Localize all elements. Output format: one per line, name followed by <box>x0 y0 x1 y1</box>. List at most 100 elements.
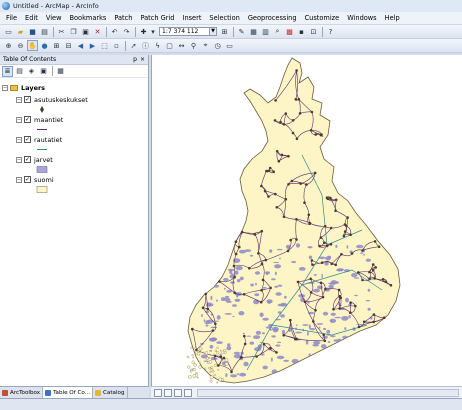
horizontal-scrollbar[interactable] <box>197 388 459 397</box>
arctoolbox-icon[interactable]: ▩ <box>284 26 295 37</box>
menu-windows[interactable]: Windows <box>343 14 380 22</box>
menu-insert[interactable]: Insert <box>179 14 206 22</box>
tab-table-of-contents[interactable]: Table Of Co... <box>43 387 94 398</box>
data-view-icon[interactable] <box>154 388 162 397</box>
layer-visibility-checkbox[interactable]: ✓ <box>24 96 31 103</box>
pan-icon[interactable]: ✋ <box>27 40 38 51</box>
collapse-icon[interactable]: − <box>2 85 8 91</box>
finland-map[interactable] <box>152 55 462 386</box>
rail-symbol-icon[interactable] <box>36 146 148 153</box>
lake-symbol-icon[interactable] <box>36 166 148 173</box>
python-icon[interactable]: ▪ <box>296 26 307 37</box>
list-by-visibility-icon[interactable]: ◈ <box>26 66 37 77</box>
time-slider-icon[interactable]: ◷ <box>212 40 223 51</box>
layer-visibility-checkbox[interactable]: ✓ <box>24 116 31 123</box>
save-icon[interactable]: ■ <box>27 26 38 37</box>
map-scale-box[interactable]: 1:7 374 112 ▼ <box>159 27 217 36</box>
print-icon[interactable]: ▤ <box>39 26 50 37</box>
full-extent-icon[interactable]: ● <box>39 40 50 51</box>
collapse-icon[interactable]: − <box>16 116 22 123</box>
layers-data-frame[interactable]: − Layers <box>2 84 148 92</box>
search-icon[interactable]: ⌕ <box>272 26 283 37</box>
pause-drawing-icon[interactable] <box>184 388 192 397</box>
create-viewer-icon[interactable]: ▭ <box>224 40 235 51</box>
menu-file[interactable]: File <box>2 14 21 22</box>
html-popup-icon[interactable]: ▢ <box>164 40 175 51</box>
help-icon[interactable]: ? <box>325 26 336 37</box>
select-features-icon[interactable]: ⬚ <box>99 40 110 51</box>
tab-catalog[interactable]: Catalog <box>93 387 128 398</box>
layer-jarvet[interactable]: − ✓ jarvet <box>16 155 148 175</box>
lake <box>210 295 213 301</box>
menu-patch-grid[interactable]: Patch Grid <box>136 14 178 22</box>
select-elements-icon[interactable]: ➚ <box>128 40 139 51</box>
editor-toolbar-icon[interactable]: ✎ <box>236 26 247 37</box>
map-view[interactable] <box>151 55 462 386</box>
table-of-contents-icon[interactable]: ▦ <box>248 26 259 37</box>
menu-patch[interactable]: Patch <box>110 14 136 22</box>
clear-selection-icon[interactable]: ▫ <box>111 40 122 51</box>
layer-maantiet[interactable]: − ✓ maantiet <box>16 115 148 135</box>
menu-geoprocessing[interactable]: Geoprocessing <box>244 14 301 22</box>
layer-visibility-checkbox[interactable]: ✓ <box>24 176 31 183</box>
layer-suomi[interactable]: − ✓ suomi <box>16 175 148 195</box>
add-data-icon[interactable]: ✚ <box>138 26 149 37</box>
model-builder-icon[interactable]: ⊡ <box>308 26 319 37</box>
menu-view[interactable]: View <box>42 14 66 22</box>
refresh-icon[interactable] <box>174 388 182 397</box>
redo-icon[interactable]: ↷ <box>121 26 132 37</box>
line-symbol-icon[interactable] <box>36 126 148 133</box>
layer-asutuskeskukset[interactable]: − ✓ asutuskeskukset <box>16 95 148 115</box>
layer-name: jarvet <box>34 155 53 164</box>
close-icon[interactable]: × <box>140 56 145 63</box>
forward-icon[interactable]: ▶ <box>87 40 98 51</box>
layer-rautatiet[interactable]: − ✓ rautatiet <box>16 135 148 155</box>
menu-bookmarks[interactable]: Bookmarks <box>65 14 110 22</box>
add-data-dropdown-icon[interactable]: ▾ <box>150 26 156 37</box>
hyperlink-icon[interactable]: ϟ <box>152 40 163 51</box>
lake <box>234 298 241 302</box>
go-to-xy-icon[interactable]: ⌖ <box>200 40 211 51</box>
identify-icon[interactable]: ⓘ <box>140 40 151 51</box>
measure-icon[interactable]: ↔ <box>176 40 187 51</box>
paste-icon[interactable]: ▣ <box>80 26 91 37</box>
menu-selection[interactable]: Selection <box>205 14 243 22</box>
collapse-icon[interactable]: − <box>16 136 22 143</box>
cut-icon[interactable]: ✂ <box>56 26 67 37</box>
chevron-down-icon[interactable]: ▼ <box>209 28 216 35</box>
point-symbol-icon[interactable] <box>36 106 148 113</box>
delete-icon[interactable]: ✕ <box>92 26 103 37</box>
fixed-zoom-out-icon[interactable]: ⊟ <box>63 40 74 51</box>
list-by-drawing-order-icon[interactable]: ≣ <box>2 65 13 77</box>
options-icon[interactable]: ▦ <box>55 66 66 77</box>
pin-icon[interactable]: p <box>133 56 137 63</box>
open-icon[interactable]: ▰ <box>15 26 26 37</box>
collapse-icon[interactable]: − <box>16 156 22 163</box>
layout-view-icon[interactable] <box>164 388 172 397</box>
new-icon[interactable]: ▭ <box>3 26 14 37</box>
collapse-icon[interactable]: − <box>16 176 22 183</box>
list-by-source-icon[interactable]: ▤ <box>14 66 25 77</box>
lake <box>367 288 371 292</box>
layer-visibility-checkbox[interactable]: ✓ <box>24 156 31 163</box>
menu-help[interactable]: Help <box>381 14 404 22</box>
back-icon[interactable]: ◀ <box>75 40 86 51</box>
fixed-zoom-in-icon[interactable]: ⊞ <box>51 40 62 51</box>
list-by-selection-icon[interactable]: ▣ <box>38 66 49 77</box>
tab-arctoolbox[interactable]: ArcToolbox <box>0 387 44 398</box>
zoom-out-icon[interactable]: ⊖ <box>15 40 26 51</box>
zoom-in-icon[interactable]: ⊕ <box>3 40 14 51</box>
scale-settings-icon[interactable]: ⊞ <box>219 26 230 37</box>
menu-edit[interactable]: Edit <box>21 14 42 22</box>
undo-icon[interactable]: ↶ <box>109 26 120 37</box>
menu-customize[interactable]: Customize <box>301 14 344 22</box>
polygon-symbol-icon[interactable] <box>36 186 148 193</box>
copy-icon[interactable]: ❐ <box>68 26 79 37</box>
toc-header: Table Of Contents p × <box>0 55 148 65</box>
collapse-icon[interactable]: − <box>16 96 22 103</box>
find-icon[interactable]: ⚲ <box>188 40 199 51</box>
lake <box>254 293 260 297</box>
catalog-icon[interactable]: ▥ <box>260 26 271 37</box>
layer-visibility-checkbox[interactable]: ✓ <box>24 136 31 143</box>
lake <box>208 337 217 342</box>
